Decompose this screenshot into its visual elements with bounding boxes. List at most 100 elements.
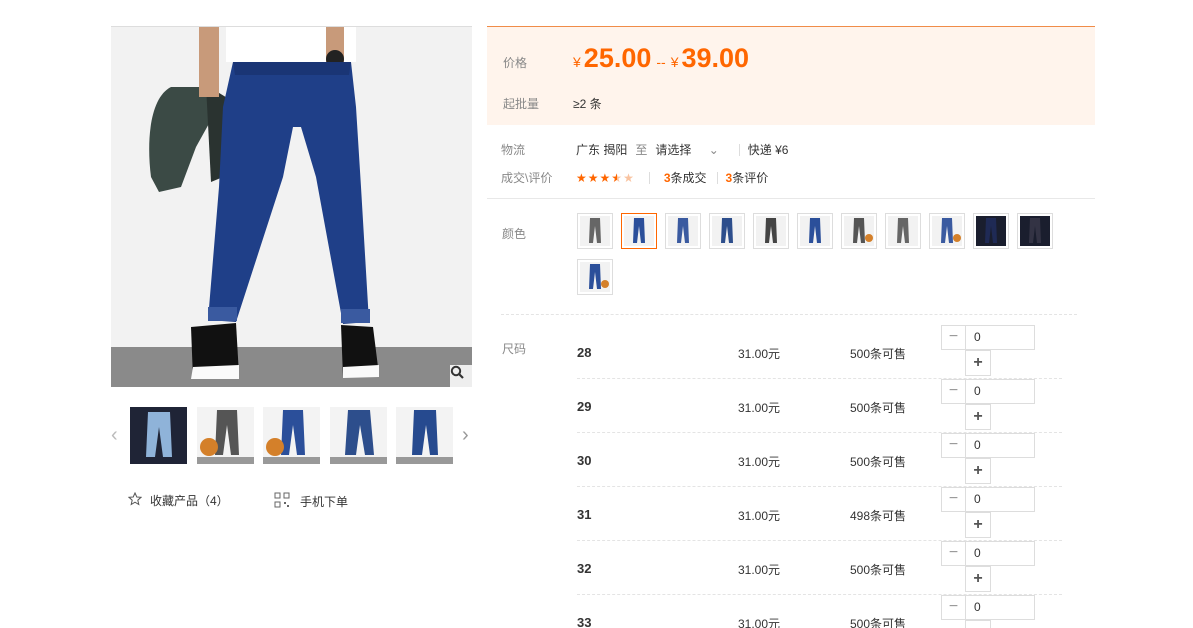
thumbnail[interactable] [396,407,453,464]
quantity-stepper: −0+ [941,487,1035,539]
color-swatch[interactable] [577,213,613,249]
ship-origin: 广东 揭阳 [576,143,628,157]
color-swatch[interactable] [797,213,833,249]
product-gallery: ‹ › 收藏产品（4） 手机下单 [111,26,472,509]
quantity-input[interactable]: 0 [965,541,1035,566]
mobile-order-button[interactable]: 手机下单 [274,492,348,511]
ship-to: 至 [635,143,648,157]
color-swatch[interactable] [621,213,657,249]
color-swatch[interactable] [1017,213,1053,249]
destination-value: 请选择 [655,143,692,157]
chevron-left-icon[interactable]: ‹ [111,423,121,447]
increment-button[interactable]: + [965,350,991,376]
moq-label: 起批量 [503,97,540,111]
currency-symbol: ¥ [573,54,581,70]
swatch-image [888,216,918,246]
increment-button[interactable]: + [965,458,991,484]
express-fee: 快递 ¥6 [747,143,789,157]
color-swatch[interactable] [709,213,745,249]
size-price: 31.00元 [738,347,781,361]
decrement-button[interactable]: − [941,541,966,566]
chevron-right-icon[interactable]: › [462,423,472,447]
thumbnail-strip: ‹ › [111,407,472,465]
divider [648,171,650,184]
destination-select[interactable]: 请选择 ⌄ [655,141,726,158]
quantity-input[interactable]: 0 [965,433,1035,458]
price-panel: 价格 ¥ 25.00 -- ¥ 39.00 起批量 ≥2 条 [487,26,1095,125]
quantity-stepper: −0+ [941,595,1035,628]
thumbnail[interactable] [197,407,254,464]
decrement-button[interactable]: − [941,379,966,404]
deals-link[interactable]: 3条成交 [664,169,707,186]
price-label: 价格 [503,56,528,70]
swatch-image [932,216,962,246]
favorite-label: 收藏产品（4） [150,494,229,508]
size-row: 28 31.00元 500条可售 −0 + [577,325,1062,379]
thumbnail[interactable] [263,407,320,464]
price-separator: -- [656,54,666,70]
quantity-input[interactable]: 0 [965,325,1035,350]
color-swatch[interactable] [753,213,789,249]
divider [738,143,740,156]
color-swatch[interactable] [929,213,965,249]
price-low: 25.00 [583,43,652,73]
color-swatch[interactable] [885,213,921,249]
size-row: 29 31.00元 500条可售 −0 + [577,379,1062,433]
deals-text: 条成交 [670,171,707,185]
quantity-input[interactable]: 0 [965,379,1035,404]
star-outline-icon [127,491,143,509]
logistics-panel: 物流 广东 揭阳 至 请选择 ⌄ 快递 ¥6 成交\评价 ★★★★★ 3条成交 … [487,126,1095,199]
swatch-image [756,216,786,246]
decrement-button[interactable]: − [941,433,966,458]
increment-button[interactable]: + [965,512,991,538]
thumbnail[interactable] [130,407,187,464]
moq-value: ≥2 条 [573,97,602,111]
reviews-text: 条评价 [732,171,769,185]
size-row: 30 31.00元 500条可售 −0 + [577,433,1062,487]
swatch-image [668,216,698,246]
size-price: 31.00元 [738,401,781,415]
size-label: 尺码 [502,342,527,356]
size-stock: 498条可售 [850,509,907,523]
decrement-button[interactable]: − [941,595,966,620]
swatch-image [624,216,654,246]
color-swatch[interactable] [577,259,613,295]
price-range: ¥ 25.00 -- ¥ 39.00 [573,43,749,74]
thumbnail[interactable] [330,407,387,464]
increment-button[interactable]: + [965,404,991,430]
swatch-image [1020,216,1050,246]
size-price: 31.00元 [738,455,781,469]
qrcode-icon [274,492,290,511]
divider [501,314,1077,315]
color-swatch[interactable] [973,213,1009,249]
currency-symbol: ¥ [670,54,679,70]
quantity-input[interactable]: 0 [965,487,1035,512]
swatch-image [976,216,1006,246]
quantity-input[interactable]: 0 [965,595,1035,620]
quantity-stepper: −0+ [941,379,1035,431]
size-stock: 500条可售 [850,347,907,361]
size-row: 31 31.00元 498条可售 −0 + [577,487,1062,541]
decrement-button[interactable]: − [941,325,966,350]
increment-button[interactable]: + [965,566,991,592]
color-swatch[interactable] [665,213,701,249]
increment-button[interactable]: + [965,620,991,628]
main-product-image[interactable] [111,26,472,387]
decrement-button[interactable]: − [941,487,966,512]
star-icon: ★ [587,170,600,185]
quantity-stepper: −0+ [941,325,1035,377]
size-stock: 500条可售 [850,617,907,628]
color-swatch[interactable] [841,213,877,249]
star-empty-icon: ★ [623,170,635,185]
rating-stars: ★★★★★ [576,171,635,185]
favorite-button[interactable]: 收藏产品（4） [127,491,229,509]
swatch-image [580,262,610,292]
deal-review-row: ★★★★★ 3条成交 3条评价 [576,169,768,186]
reviews-link[interactable]: 3条评价 [726,169,769,186]
logistics-label: 物流 [501,143,526,157]
gallery-actions: 收藏产品（4） 手机下单 [127,491,458,512]
size-price: 31.00元 [738,509,781,523]
size-price: 31.00元 [738,617,781,628]
magnifier-icon[interactable] [450,365,472,387]
size-price: 31.00元 [738,563,781,577]
